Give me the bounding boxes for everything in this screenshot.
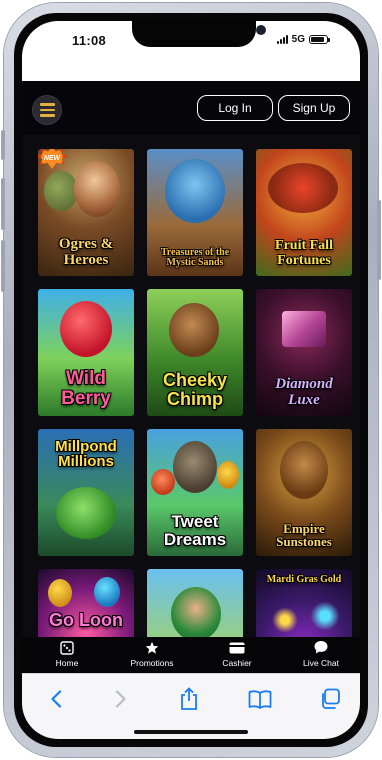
battery-icon <box>309 35 330 44</box>
card-icon <box>202 640 272 655</box>
genie-character <box>165 159 225 223</box>
login-button[interactable]: Log In <box>197 95 273 121</box>
game-tile-mystic-sands[interactable]: Treasures of the Mystic Sands <box>147 149 243 276</box>
back-arrow-icon[interactable] <box>44 687 68 711</box>
diamond-graphic <box>282 311 326 347</box>
leprechaun-character <box>171 587 221 637</box>
chimp-character <box>169 303 219 357</box>
game-tile-mardi-gras-gold[interactable]: Mardi Gras Gold <box>256 569 352 637</box>
game-title: Treasures of the Mystic Sands <box>160 246 230 268</box>
phone-power-button <box>377 200 381 280</box>
nav-cashier[interactable]: Cashier <box>202 640 272 668</box>
front-camera <box>256 25 266 35</box>
fruit-basket <box>268 163 338 213</box>
phone-side-button <box>1 130 5 160</box>
share-icon[interactable] <box>177 687 201 711</box>
game-title: Ogres & Heroes <box>58 236 114 268</box>
game-tile-go-loon[interactable]: Go Loon <box>38 569 134 637</box>
forward-arrow-icon[interactable] <box>109 687 133 711</box>
game-title: Empire Sunstones <box>276 520 332 549</box>
dice-icon <box>32 640 102 655</box>
phone-side-button <box>1 178 5 230</box>
hero-character <box>74 161 120 217</box>
ogre-character <box>44 171 78 211</box>
game-title: Millpond Millions <box>55 438 117 471</box>
tabs-icon[interactable] <box>318 687 342 711</box>
game-tile-leprechaun[interactable] <box>147 569 243 637</box>
game-tile-empire-sunstones[interactable]: Empire Sunstones <box>256 429 352 556</box>
firework-graphic <box>270 605 300 635</box>
star-icon <box>117 640 187 655</box>
status-time: 11:08 <box>72 33 107 48</box>
game-tile-tweet-dreams[interactable]: Tweet Dreams <box>147 429 243 556</box>
nav-cashier-label: Cashier <box>222 658 252 668</box>
game-title: Tweet Dreams <box>163 512 227 549</box>
bird-character <box>151 469 175 495</box>
balloon-graphic <box>94 577 120 607</box>
new-badge-label: NEW <box>43 154 61 162</box>
bird-character <box>217 461 239 489</box>
signup-button[interactable]: Sign Up <box>278 95 350 121</box>
game-grid: Ogres & Heroes NEW Treasures of the Myst… <box>38 149 352 637</box>
browser-toolbar <box>22 673 360 739</box>
game-tile-ogres-heroes[interactable]: Ogres & Heroes NEW <box>38 149 134 276</box>
network-type: 5G <box>291 34 305 45</box>
chat-icon <box>286 640 356 655</box>
game-tile-diamond-luxe[interactable]: Diamond Luxe <box>256 289 352 416</box>
firework-graphic <box>308 599 342 633</box>
berry-character <box>60 301 112 357</box>
game-tile-cheeky-chimp[interactable]: Cheeky Chimp <box>147 289 243 416</box>
signal-icon <box>276 35 288 44</box>
nav-home-label: Home <box>55 658 79 668</box>
status-indicators: 5G <box>276 34 330 45</box>
game-title: Mardi Gras Gold <box>266 574 342 585</box>
battery-fill <box>311 37 324 42</box>
phone-screen: 11:08 5G Log In Sign Up Ogres & Heroes N… <box>22 21 360 739</box>
game-title: Go Loon <box>49 610 123 630</box>
game-title: Fruit Fall Fortunes <box>275 238 333 268</box>
owl-character <box>173 441 217 493</box>
hamburger-menu-icon[interactable] <box>32 95 62 125</box>
game-tile-wild-berry[interactable]: Wild Berry <box>38 289 134 416</box>
nav-live-chat-label: Live Chat <box>303 658 339 668</box>
game-tile-millpond-millions[interactable]: Millpond Millions <box>38 429 134 556</box>
nav-home[interactable]: Home <box>32 640 102 668</box>
game-tile-fruit-fall[interactable]: Fruit Fall Fortunes <box>256 149 352 276</box>
nav-promotions-label: Promotions <box>130 658 174 668</box>
warrior-character <box>280 441 328 499</box>
status-bar: 11:08 5G <box>22 21 360 81</box>
game-title: Diamond Luxe <box>275 376 333 408</box>
frog-character <box>56 487 116 539</box>
app-header: Log In Sign Up <box>22 81 360 135</box>
nav-promotions[interactable]: Promotions <box>117 640 187 668</box>
home-indicator[interactable] <box>134 730 248 734</box>
game-title: Wild Berry <box>61 368 111 409</box>
phone-side-button <box>1 240 5 292</box>
balloon-graphic <box>48 579 72 607</box>
bookmarks-icon[interactable] <box>248 687 272 711</box>
bottom-nav: Home Promotions Cashier Live Chat <box>22 637 360 673</box>
dynamic-island <box>132 21 266 47</box>
game-title: Cheeky Chimp <box>162 370 228 409</box>
nav-live-chat[interactable]: Live Chat <box>286 640 356 668</box>
